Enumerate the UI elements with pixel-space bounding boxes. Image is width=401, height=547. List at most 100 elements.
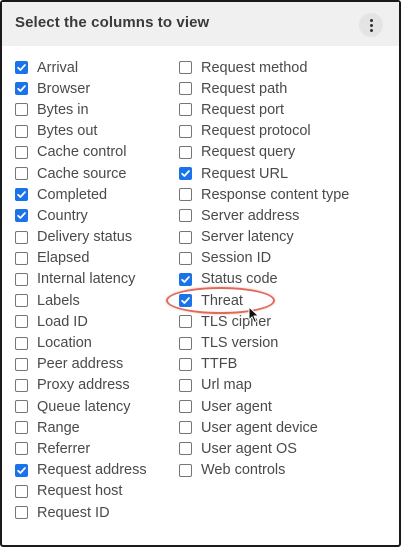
checkbox-unchecked[interactable] [15,357,28,371]
column-option-web-controls[interactable]: Web controls [179,460,349,481]
column-option-internal-latency[interactable]: Internal latency [15,269,147,290]
checkbox-unchecked[interactable] [179,400,192,414]
checkbox-unchecked[interactable] [15,484,28,498]
column-option-user-agent-device[interactable]: User agent device [179,417,349,438]
column-option-label: Browser [37,80,91,97]
checkbox-unchecked[interactable] [15,421,28,435]
checkmark-icon [181,276,190,283]
column-option-label: Elapsed [37,250,90,267]
checkbox-checked[interactable] [179,167,192,181]
column-option-cache-control[interactable]: Cache control [15,142,147,163]
checkbox-unchecked[interactable] [179,124,192,138]
checkbox-unchecked[interactable] [15,400,28,414]
column-option-browser[interactable]: Browser [15,78,147,99]
checkbox-unchecked[interactable] [179,315,192,329]
column-option-user-agent[interactable]: User agent [179,396,349,417]
column-option-country[interactable]: Country [15,205,147,226]
checkbox-unchecked[interactable] [15,294,28,308]
checkbox-unchecked[interactable] [179,188,192,202]
column-option-label: Session ID [201,250,272,267]
column-option-tls-version[interactable]: TLS version [179,332,349,353]
checkbox-unchecked[interactable] [179,463,192,477]
checkbox-unchecked[interactable] [179,61,192,75]
checkbox-checked[interactable] [15,209,28,223]
column-option-user-agent-os[interactable]: User agent OS [179,438,349,459]
checkbox-unchecked[interactable] [15,336,28,350]
column-option-request-protocol[interactable]: Request protocol [179,121,349,142]
column-option-response-content-type[interactable]: Response content type [179,184,349,205]
checkbox-checked[interactable] [15,82,28,96]
checkbox-unchecked[interactable] [179,230,192,244]
checkbox-checked[interactable] [179,272,192,286]
column-option-labels[interactable]: Labels [15,290,147,311]
checkbox-unchecked[interactable] [179,145,192,159]
column-option-server-address[interactable]: Server address [179,205,349,226]
column-option-peer-address[interactable]: Peer address [15,354,147,375]
column-option-url-map[interactable]: Url map [179,375,349,396]
checkbox-unchecked[interactable] [15,315,28,329]
column-option-bytes-out[interactable]: Bytes out [15,121,147,142]
column-option-request-port[interactable]: Request port [179,99,349,120]
column-option-threat[interactable]: Threat [166,287,349,315]
checkbox-unchecked[interactable] [15,378,28,392]
checkbox-unchecked[interactable] [179,442,192,456]
checkbox-checked[interactable] [15,463,28,477]
checkmark-icon [17,466,26,474]
checkbox-unchecked[interactable] [15,442,28,456]
checkbox-unchecked[interactable] [15,167,28,181]
checkbox-unchecked[interactable] [15,272,28,286]
column-option-request-id[interactable]: Request ID [15,502,147,523]
column-option-label: Request port [201,101,285,118]
column-option-label: Request address [37,462,147,479]
column-option-session-id[interactable]: Session ID [179,248,349,269]
column-option-request-query[interactable]: Request query [179,142,349,163]
column-option-arrival[interactable]: Arrival [15,57,147,78]
column-option-load-id[interactable]: Load ID [15,311,147,332]
column-option-label: Bytes out [37,123,98,140]
column-option-label: Arrival [37,59,79,76]
column-option-cache-source[interactable]: Cache source [15,163,147,184]
column-option-range[interactable]: Range [15,417,147,438]
column-option-queue-latency[interactable]: Queue latency [15,396,147,417]
checkbox-unchecked[interactable] [15,506,28,520]
column-option-referrer[interactable]: Referrer [15,438,147,459]
column-option-label: Completed [37,186,108,203]
column-option-label: Request protocol [201,123,311,140]
column-option-proxy-address[interactable]: Proxy address [15,375,147,396]
checkbox-unchecked[interactable] [179,357,192,371]
checkbox-unchecked[interactable] [179,251,192,265]
right-column-options: Request method Request path Request port Re… [166,57,349,481]
column-option-request-url[interactable]: Request URL [179,163,349,184]
column-option-bytes-in[interactable]: Bytes in [15,99,147,120]
checkbox-unchecked[interactable] [15,230,28,244]
column-option-label: Range [37,419,80,436]
column-option-request-address[interactable]: Request address [15,460,147,481]
checkbox-unchecked[interactable] [179,336,192,350]
column-option-tls-cipher[interactable]: TLS cipher [179,311,349,332]
column-option-request-method[interactable]: Request method [179,57,349,78]
column-option-elapsed[interactable]: Elapsed [15,248,147,269]
checkbox-unchecked[interactable] [15,251,28,265]
column-option-request-host[interactable]: Request host [15,481,147,502]
checkbox-unchecked[interactable] [179,378,192,392]
column-option-label: TLS version [201,335,279,352]
checkbox-unchecked[interactable] [15,124,28,138]
column-option-delivery-status[interactable]: Delivery status [15,227,147,248]
column-option-request-path[interactable]: Request path [179,78,349,99]
checkbox-unchecked[interactable] [179,103,192,117]
checkbox-unchecked[interactable] [15,103,28,117]
checkbox-unchecked[interactable] [179,82,192,96]
column-option-completed[interactable]: Completed [15,184,147,205]
checkbox-unchecked[interactable] [179,209,192,223]
column-option-server-latency[interactable]: Server latency [179,227,349,248]
column-option-label: Queue latency [37,398,131,415]
kebab-menu-icon[interactable] [359,13,383,37]
column-option-ttfb[interactable]: TTFB [179,354,349,375]
checkbox-unchecked[interactable] [179,421,192,435]
checkbox-checked[interactable] [15,61,28,75]
checkbox-checked[interactable] [179,294,192,308]
checkbox-checked[interactable] [15,188,28,202]
column-option-location[interactable]: Location [15,332,147,353]
checkbox-unchecked[interactable] [15,145,28,159]
column-option-status-code[interactable]: Status code [179,269,349,290]
